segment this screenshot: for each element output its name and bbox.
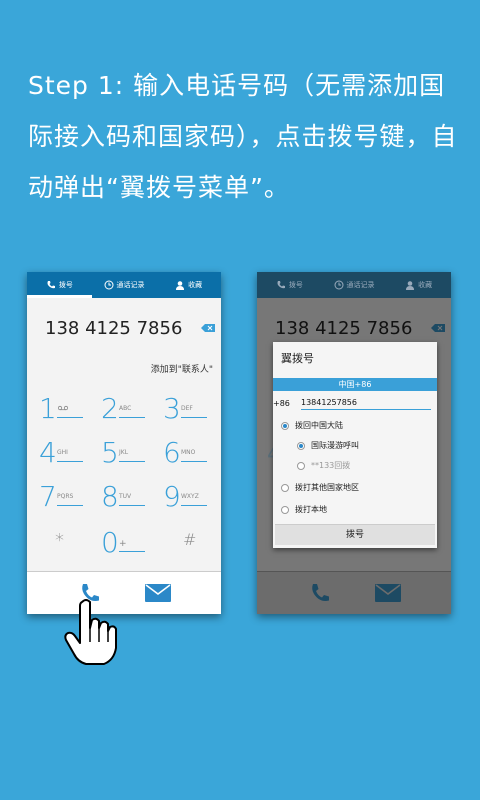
key-digit: 6 xyxy=(163,436,181,469)
message-icon[interactable] xyxy=(145,584,171,602)
add-to-contacts-link[interactable]: 添加到"联系人" xyxy=(151,362,213,375)
backspace-icon[interactable] xyxy=(431,324,445,332)
key-underline xyxy=(57,461,83,462)
option-local-call[interactable]: 拨打本地 xyxy=(281,504,327,515)
key-digit: 0 xyxy=(101,526,119,559)
country-code: +86 xyxy=(273,399,290,408)
key-underline xyxy=(119,417,145,418)
key-2[interactable]: 2 ABC xyxy=(101,392,151,432)
clock-icon xyxy=(104,280,113,290)
key-4[interactable]: 4 GHI xyxy=(39,436,89,476)
key-letters: JKL xyxy=(119,449,129,456)
key-letters: + xyxy=(119,539,127,549)
key-hash[interactable]: # xyxy=(183,530,221,570)
key-letters: TUV xyxy=(119,493,132,500)
tab-label: 收藏 xyxy=(418,281,433,289)
key-underline xyxy=(181,417,207,418)
key-0[interactable]: 0 + xyxy=(101,526,151,566)
message-icon[interactable] xyxy=(375,584,401,602)
tab-favorites[interactable]: 收藏 xyxy=(156,272,221,298)
option-call-mainland[interactable]: 拨回中国大陆 xyxy=(281,420,343,431)
dialed-number: 138 4125 7856 xyxy=(45,318,183,339)
dial-menu-dialog: 翼拨号 中国+86 +86 13841257856 拨回中国大陆 国际漫游呼叫 … xyxy=(273,342,437,548)
dialog-title: 翼拨号 xyxy=(281,352,314,365)
voicemail-icon xyxy=(58,405,68,411)
key-star[interactable]: * xyxy=(55,530,105,570)
key-digit: 7 xyxy=(39,480,57,513)
tab-label: 收藏 xyxy=(188,281,203,289)
tab-dialer[interactable]: 拨号 xyxy=(27,272,92,298)
tab-dialer[interactable]: 拨号 xyxy=(257,272,322,298)
tab-favorites[interactable]: 收藏 xyxy=(386,272,451,298)
key-underline xyxy=(119,551,145,552)
key-underline xyxy=(181,505,207,506)
key-underline xyxy=(119,505,145,506)
number-field[interactable]: 13841257856 xyxy=(301,398,431,410)
key-digit: 5 xyxy=(101,436,119,469)
key-letters: ABC xyxy=(119,405,132,412)
key-underline xyxy=(57,505,83,506)
key-7[interactable]: 7 PQRS xyxy=(39,480,89,520)
tab-label: 通话记录 xyxy=(346,281,375,289)
dialed-number: 138 4125 7856 xyxy=(275,318,413,339)
tab-call-log[interactable]: 通话记录 xyxy=(322,272,387,298)
bottom-action-bar xyxy=(27,571,221,614)
key-3[interactable]: 3 DEF xyxy=(163,392,213,432)
radio-button[interactable] xyxy=(297,461,305,470)
phone-icon xyxy=(47,281,55,289)
dial-button[interactable]: 拨号 xyxy=(275,524,435,545)
option-label: 国际漫游呼叫 xyxy=(311,441,359,450)
key-letters: WXYZ xyxy=(181,493,199,500)
key-underline xyxy=(119,461,145,462)
key-digit: 3 xyxy=(163,392,181,425)
tab-bar: 拨号 通话记录 收藏 xyxy=(257,272,451,298)
key-underline xyxy=(57,417,83,418)
dial-menu-screenshot: 拨号 通话记录 收藏 138 4125 7856 4 翼拨号 中国+86 +86… xyxy=(257,272,451,614)
option-label: 拨打本地 xyxy=(295,505,327,514)
tab-label: 拨号 xyxy=(288,281,303,289)
key-letters: MNO xyxy=(181,449,196,456)
key-underline xyxy=(181,461,207,462)
radio-button[interactable] xyxy=(297,441,305,450)
key-digit: 4 xyxy=(39,436,57,469)
contact-icon xyxy=(176,281,185,290)
tab-label: 拨号 xyxy=(58,281,73,289)
phone-icon xyxy=(277,281,285,289)
option-label: 拨打其他国家地区 xyxy=(295,483,359,492)
option-other-country[interactable]: 拨打其他国家地区 xyxy=(281,482,359,493)
key-1[interactable]: 1 xyxy=(39,392,89,432)
country-selector[interactable]: 中国+86 xyxy=(273,378,437,391)
backspace-icon[interactable] xyxy=(201,324,215,332)
option-callback[interactable]: **133回拨 xyxy=(297,460,350,471)
radio-button[interactable] xyxy=(281,483,289,492)
key-letters: GHI xyxy=(57,449,68,456)
tab-bar: 拨号 通话记录 收藏 xyxy=(27,272,221,298)
key-letters: DEF xyxy=(181,405,193,412)
key-6[interactable]: 6 MNO xyxy=(163,436,213,476)
key-digit: 1 xyxy=(39,392,57,425)
key-digit: 8 xyxy=(101,480,119,513)
key-digit: 2 xyxy=(101,392,119,425)
key-8[interactable]: 8 TUV xyxy=(101,480,151,520)
key-letters: PQRS xyxy=(57,493,74,500)
call-icon[interactable] xyxy=(309,582,331,604)
contact-icon xyxy=(406,281,415,290)
bottom-action-bar xyxy=(257,571,451,614)
option-label: **133回拨 xyxy=(311,461,351,470)
option-roaming-call[interactable]: 国际漫游呼叫 xyxy=(297,440,359,451)
key-digit: 9 xyxy=(163,480,181,513)
option-label: 拨回中国大陆 xyxy=(295,421,343,430)
radio-button[interactable] xyxy=(281,505,289,514)
key-5[interactable]: 5 JKL xyxy=(101,436,151,476)
key-9[interactable]: 9 WXYZ xyxy=(163,480,213,520)
clock-icon xyxy=(334,280,343,290)
radio-button[interactable] xyxy=(281,421,289,430)
tab-call-log[interactable]: 通话记录 xyxy=(92,272,157,298)
key-digit: * xyxy=(55,530,64,551)
pointing-hand-icon xyxy=(64,599,117,665)
key-digit: # xyxy=(183,530,197,549)
instruction-text: Step 1: 输入电话号码（无需添加国际接入码和国家码），点击拨号键，自动弹出… xyxy=(28,71,458,202)
tab-label: 通话记录 xyxy=(116,281,145,289)
dialer-screenshot: 拨号 通话记录 收藏 138 4125 7856 添加到"联系人" 1 2 AB… xyxy=(27,272,221,614)
